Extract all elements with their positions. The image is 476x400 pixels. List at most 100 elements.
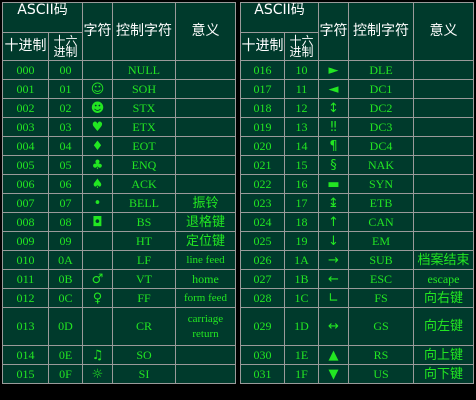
control-char-cell: STX [112,98,176,118]
hex-cell: 13 [284,117,319,137]
table-row: 031 1F ▼ US 向下键 [240,364,474,384]
hex-cell: 04 [48,136,83,156]
hex-cell: 15 [284,155,319,175]
hex-cell: 0B [48,269,83,289]
meaning-cell [413,60,474,80]
control-char-cell: BS [112,212,176,232]
control-char-cell: DC4 [348,136,414,156]
table-row: 014 0E ♫ SO [2,345,236,365]
decimal-cell: 008 [2,212,49,232]
control-char-cell: EOT [112,136,176,156]
control-char-cell: ETX [112,117,176,137]
table-row: 016 10 ► DLE [240,60,474,80]
char-glyph-cell [82,231,113,251]
decimal-cell: 026 [240,250,285,270]
meaning-cell [413,231,474,251]
table-row: 021 15 § NAK [240,155,474,175]
table-row: 023 17 ↨ ETB [240,193,474,213]
decimal-cell: 011 [2,269,49,289]
table-row: 017 11 ◄ DC1 [240,79,474,99]
ascii-table-left: ASCII码 字符 控制字符 意义 十进制 十六进制 000 00 NULL 001 0… [2,2,236,384]
control-char-cell: ACK [112,174,176,194]
char-glyph-cell [82,307,113,346]
meaning-cell: 向左键 [413,307,474,346]
control-char-cell: SYN [348,174,414,194]
char-glyph-cell: ☺ [82,79,113,99]
decimal-cell: 016 [240,60,285,80]
table-row: 025 19 ↓ EM [240,231,474,251]
hex-cell: 00 [48,60,83,80]
table-row: 026 1A → SUB 档案结束 [240,250,474,270]
hex-cell: 1C [284,288,319,308]
char-glyph-cell: ♦ [82,136,113,156]
ascii-code-header: ASCII码 [2,2,83,33]
hex-cell: 03 [48,117,83,137]
hex-cell: 19 [284,231,319,251]
control-char-cell: SI [112,364,176,384]
control-char-cell: SOH [112,79,176,99]
meaning-cell [413,212,474,232]
control-char-cell: FF [112,288,176,308]
char-glyph-cell: ↔ [318,307,349,346]
char-glyph-cell [82,250,113,270]
meaning-header: 意义 [413,2,474,61]
hex-cell: 1B [284,269,319,289]
control-char-cell: SO [112,345,176,365]
hex-cell: 0D [48,307,83,346]
ascii-table-right: ASCII码 字符 控制字符 意义 十进制 十六进制 016 10 ► DLE 017 1… [240,2,474,384]
char-glyph-cell: § [318,155,349,175]
char-glyph-cell: ► [318,60,349,80]
decimal-cell: 019 [240,117,285,137]
hex-cell: 01 [48,79,83,99]
decimal-cell: 025 [240,231,285,251]
char-glyph-cell [82,60,113,80]
char-glyph-cell: ← [318,269,349,289]
hex-header: 十六进制 [48,32,83,61]
table-row: 005 05 ♣ ENQ [2,155,236,175]
meaning-cell: 向右键 [413,288,474,308]
control-char-header: 控制字符 [348,2,414,61]
decimal-cell: 029 [240,307,285,346]
meaning-cell [413,79,474,99]
decimal-header: 十进制 [240,32,285,61]
control-char-cell: SUB [348,250,414,270]
char-glyph-cell: ♫ [82,345,113,365]
decimal-cell: 028 [240,288,285,308]
meaning-cell [413,193,474,213]
decimal-cell: 012 [2,288,49,308]
char-glyph-cell: → [318,250,349,270]
table-row: 000 00 NULL [2,60,236,80]
table-row: 013 0D CR carriage return [2,307,236,346]
control-char-cell: CAN [348,212,414,232]
hex-cell: 1E [284,345,319,365]
hex-cell: 1D [284,307,319,346]
decimal-cell: 018 [240,98,285,118]
char-glyph-cell: ♂ [82,269,113,289]
hex-header-text: 十六进制 [53,33,78,59]
hex-cell: 0E [48,345,83,365]
meaning-cell: 向上键 [413,345,474,365]
control-char-cell: NULL [112,60,176,80]
decimal-cell: 014 [2,345,49,365]
table-row: 022 16 ▬ SYN [240,174,474,194]
decimal-cell: 006 [2,174,49,194]
char-glyph-cell: ☼ [82,364,113,384]
decimal-cell: 030 [240,345,285,365]
char-glyph-cell: ♠ [82,174,113,194]
control-char-cell: HT [112,231,176,251]
meaning-cell [175,364,236,384]
meaning-cell: 振铃 [175,193,236,213]
hex-cell: 18 [284,212,319,232]
decimal-cell: 024 [240,212,285,232]
hex-cell: 0C [48,288,83,308]
table-row: 010 0A LF line feed [2,250,236,270]
table-row: 004 04 ♦ EOT [2,136,236,156]
hex-cell: 0F [48,364,83,384]
control-char-cell: DLE [348,60,414,80]
hex-cell: 02 [48,98,83,118]
table-row: 008 08 ◘ BS 退格键 [2,212,236,232]
control-char-cell: DC2 [348,98,414,118]
decimal-cell: 021 [240,155,285,175]
meaning-cell [175,155,236,175]
table-row: 007 07 • BELL 振铃 [2,193,236,213]
